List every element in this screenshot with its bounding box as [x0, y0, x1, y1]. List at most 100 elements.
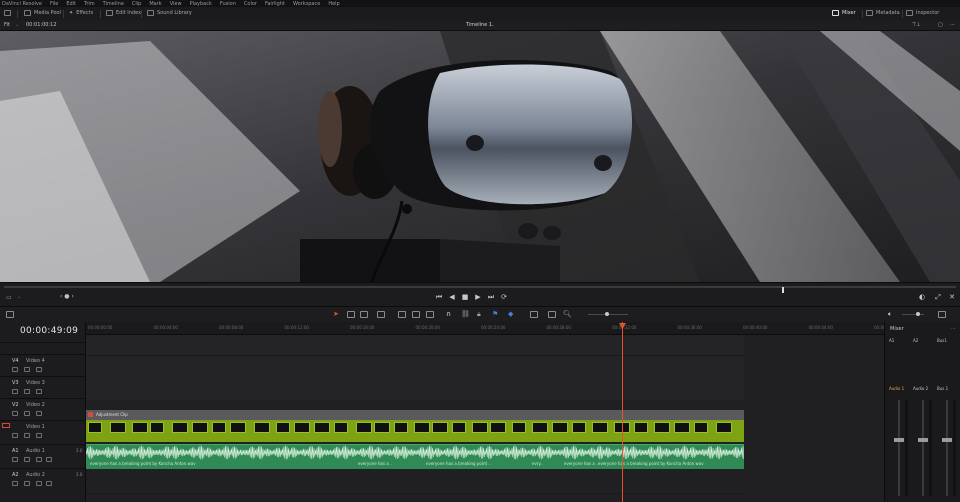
mixer-button[interactable]: Mixer — [832, 10, 856, 16]
overwrite-clip-icon[interactable] — [412, 311, 420, 318]
video-clip[interactable] — [132, 422, 148, 433]
video-clip[interactable] — [230, 422, 246, 433]
video-clip[interactable] — [674, 422, 690, 433]
menu-item-file[interactable]: File — [50, 1, 58, 7]
zoom-select[interactable]: Fit — [4, 22, 10, 28]
video-clip[interactable] — [254, 422, 270, 433]
loop-icon[interactable]: ⟳ — [500, 294, 508, 301]
speaker-icon[interactable]: 🔈︎ — [888, 310, 892, 319]
video-clip[interactable] — [572, 422, 586, 433]
track-header-a2[interactable]: A2 Audio 2 2.0 — [0, 468, 85, 492]
adjustment-clip[interactable]: Adjustment Clip — [86, 410, 744, 420]
video-clip[interactable] — [432, 422, 448, 433]
lock-icon[interactable] — [12, 389, 18, 394]
timeline-ruler[interactable]: 00:00:00:00 00:00:04:00 00:00:08:00 00:00:1… — [86, 322, 960, 335]
video-clip[interactable] — [294, 422, 310, 433]
track-visibility-icon[interactable] — [36, 389, 42, 394]
effects-button[interactable]: ✦ Effects — [69, 10, 93, 16]
menu-item-edit[interactable]: Edit — [66, 1, 76, 7]
track-header-v2[interactable]: V2 Video 2 — [0, 398, 85, 420]
snapping-icon[interactable]: ∩ — [446, 310, 451, 318]
video-clip[interactable] — [212, 422, 226, 433]
video-1-clips[interactable] — [86, 420, 744, 442]
lock-icon[interactable]: 🔒︎ — [477, 310, 481, 319]
skip-to-end-icon[interactable]: ⏭ — [487, 294, 495, 301]
edit-index-button[interactable]: Edit Index — [106, 10, 141, 16]
jog-icon[interactable]: ‹ ● › — [60, 293, 74, 300]
lock-icon[interactable] — [12, 433, 18, 438]
video-clip[interactable] — [88, 422, 102, 433]
video-clip[interactable] — [592, 422, 608, 433]
video-clip[interactable] — [394, 422, 408, 433]
video-clip[interactable] — [472, 422, 488, 433]
track-lane-a2[interactable] — [86, 469, 744, 494]
scrubber-playhead[interactable] — [782, 287, 784, 293]
menu-item-clip[interactable]: Clip — [132, 1, 141, 7]
track-visibility-icon[interactable] — [36, 367, 42, 372]
scrubber-bar[interactable] — [4, 286, 956, 293]
video-clip[interactable] — [314, 422, 330, 433]
timeline-options-icon[interactable] — [6, 311, 14, 318]
video-clip[interactable] — [452, 422, 466, 433]
sound-library-button[interactable]: Sound Library — [147, 10, 192, 16]
media-pool-button[interactable]: Media Pool — [24, 10, 61, 16]
auto-select-icon[interactable] — [24, 433, 30, 438]
track-visibility-icon[interactable] — [36, 433, 42, 438]
mute-button[interactable] — [46, 481, 52, 486]
video-clip[interactable] — [512, 422, 526, 433]
video-clip[interactable] — [172, 422, 188, 433]
lock-icon[interactable] — [12, 367, 18, 372]
track-header-v1[interactable]: V1 Video 1 — [0, 420, 85, 444]
menu-item-trim[interactable]: Trim — [84, 1, 95, 7]
more-options-icon[interactable]: ⋯ — [951, 326, 956, 332]
video-clip[interactable] — [150, 422, 164, 433]
video-clip[interactable] — [532, 422, 548, 433]
mute-button[interactable] — [46, 457, 52, 462]
video-clip[interactable] — [552, 422, 568, 433]
close-icon[interactable]: ✕ — [948, 294, 956, 301]
menu-item-timeline[interactable]: Timeline — [103, 1, 124, 7]
tool-icon[interactable]: ⊤⊥ — [912, 22, 921, 28]
blade-tool-icon[interactable] — [377, 311, 385, 318]
video-clip[interactable] — [716, 422, 732, 433]
video-clip[interactable] — [192, 422, 208, 433]
track-header-v3[interactable]: V3 Video 3 — [0, 376, 85, 398]
menu-item-mark[interactable]: Mark — [149, 1, 161, 7]
timeline-area[interactable]: 00:00:00:00 00:00:04:00 00:00:08:00 00:00:1… — [86, 322, 960, 502]
fader-knob[interactable] — [942, 438, 952, 442]
link-icon[interactable]: ⛓ — [461, 310, 470, 318]
auto-select-icon[interactable] — [24, 389, 30, 394]
audio-1-clips[interactable]: everyone has a breaking point by Koncha … — [86, 444, 744, 469]
menu-item-workspace[interactable]: Workspace — [293, 1, 320, 7]
viewer-options-icon[interactable]: ▢ — [938, 22, 943, 28]
marker-icon[interactable]: ◆ — [508, 310, 513, 318]
auto-select-icon[interactable] — [24, 367, 30, 372]
lock-icon[interactable] — [12, 481, 18, 486]
auto-select-icon[interactable] — [24, 411, 30, 416]
playhead[interactable] — [622, 322, 623, 502]
solo-button[interactable] — [36, 457, 42, 462]
play-icon[interactable]: ▶ — [474, 294, 482, 301]
menu-item-playback[interactable]: Playback — [190, 1, 212, 7]
stop-icon[interactable]: ■ — [461, 294, 469, 301]
flag-icon[interactable]: ⚑ — [492, 310, 498, 318]
track-lane-v3[interactable] — [86, 356, 744, 379]
menu-item-fairlight[interactable]: Fairlight — [265, 1, 285, 7]
trim-tool-icon[interactable] — [347, 311, 355, 318]
video-clip[interactable] — [374, 422, 390, 433]
replace-clip-icon[interactable] — [426, 311, 434, 318]
skip-to-start-icon[interactable]: ⏮ — [435, 294, 443, 301]
panel-toggle-button[interactable] — [4, 10, 11, 16]
track-visibility-icon[interactable] — [36, 411, 42, 416]
metadata-button[interactable]: Metadata — [866, 10, 900, 16]
viewer-mode-icon[interactable]: ▭ — [6, 294, 12, 301]
selection-tool-icon[interactable]: ➤ — [333, 310, 339, 318]
track-lane-v4[interactable] — [86, 335, 744, 356]
track-lane-v2[interactable] — [86, 378, 744, 401]
auto-select-icon[interactable] — [24, 457, 30, 462]
menu-item-davinci-resolve[interactable]: DaVinci Resolve — [2, 1, 42, 7]
menu-item-color[interactable]: Color — [244, 1, 257, 7]
auto-select-icon[interactable] — [24, 481, 30, 486]
lock-icon[interactable] — [12, 457, 18, 462]
zoom-full-icon[interactable] — [530, 311, 538, 318]
